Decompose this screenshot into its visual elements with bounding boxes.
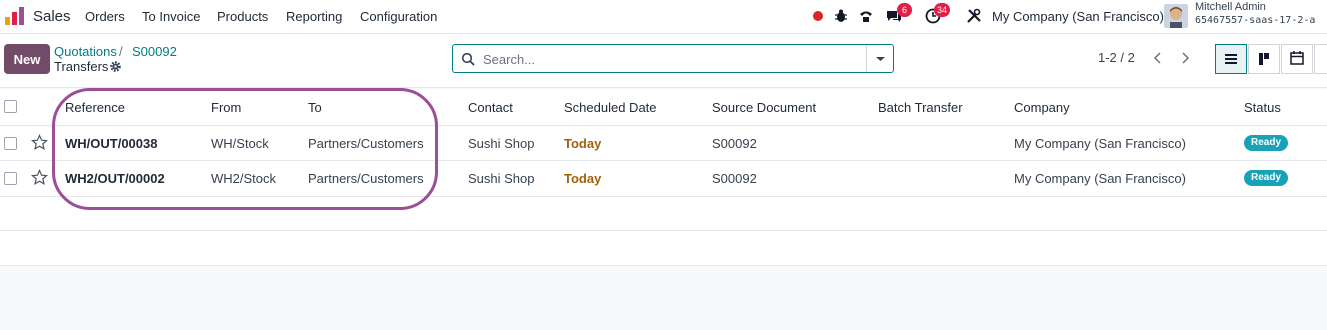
- cell-reference: WH/OUT/00038: [65, 136, 158, 151]
- breadcrumb-quotations[interactable]: Quotations: [54, 44, 117, 59]
- col-from[interactable]: From: [211, 100, 241, 115]
- more-views-button[interactable]: [1314, 44, 1327, 74]
- kanban-view-button[interactable]: [1248, 44, 1280, 74]
- cell-source-document: S00092: [712, 171, 757, 186]
- table-row[interactable]: WH2/OUT/00002 WH2/Stock Partners/Custome…: [0, 161, 1327, 197]
- breadcrumb-separator: /: [119, 44, 123, 59]
- calendar-icon: [1290, 51, 1304, 65]
- record-icon[interactable]: [810, 8, 826, 24]
- page-title: Transfers: [54, 59, 109, 74]
- search-input[interactable]: [483, 50, 863, 68]
- sales-app-icon[interactable]: [4, 6, 26, 26]
- top-navbar: Sales Orders To Invoice Products Reporti…: [0, 0, 1327, 34]
- cell-contact: Sushi Shop: [468, 171, 535, 186]
- select-all-checkbox[interactable]: [4, 100, 17, 113]
- col-reference[interactable]: Reference: [65, 100, 125, 115]
- database-name: 65467557-saas-17-2-a: [1195, 15, 1316, 26]
- status-badge: Ready: [1244, 135, 1289, 151]
- col-source-document[interactable]: Source Document: [712, 100, 816, 115]
- chevron-right-icon[interactable]: [1172, 46, 1198, 70]
- cell-to: Partners/Customers: [308, 171, 424, 186]
- cell-company: My Company (San Francisco): [1014, 136, 1186, 151]
- pager-value[interactable]: 1-2 / 2: [1098, 50, 1135, 65]
- search-bar: [452, 44, 894, 73]
- caret-down-icon: [876, 57, 885, 61]
- user-avatar[interactable]: [1164, 4, 1188, 28]
- col-status[interactable]: Status: [1244, 100, 1281, 115]
- menu-to-invoice[interactable]: To Invoice: [142, 9, 201, 24]
- col-contact[interactable]: Contact: [468, 100, 513, 115]
- list-icon: [1225, 54, 1237, 64]
- list-view-button[interactable]: [1215, 44, 1247, 74]
- empty-row: [0, 197, 1327, 231]
- search-icon: [461, 52, 475, 66]
- calendar-view-button[interactable]: [1281, 44, 1313, 74]
- table-row[interactable]: WH/OUT/00038 WH/Stock Partners/Customers…: [0, 126, 1327, 161]
- company-switcher[interactable]: My Company (San Francisco): [992, 9, 1164, 24]
- chevron-left-icon[interactable]: [1145, 46, 1171, 70]
- status-badge: Ready: [1244, 170, 1289, 186]
- avatar-icon: [1164, 4, 1188, 28]
- cell-contact: Sushi Shop: [468, 136, 535, 151]
- star-icon[interactable]: [31, 169, 48, 186]
- breadcrumb-order[interactable]: S00092: [132, 44, 177, 59]
- user-name[interactable]: Mitchell Admin: [1195, 1, 1266, 13]
- tools-icon[interactable]: [966, 8, 982, 24]
- empty-row: [0, 231, 1327, 266]
- cell-from: WH/Stock: [211, 136, 269, 151]
- chat-count-badge: 6: [897, 3, 912, 17]
- search-options-toggle[interactable]: [866, 45, 893, 72]
- kanban-icon: [1259, 53, 1269, 65]
- menu-products[interactable]: Products: [217, 9, 268, 24]
- cell-reference: WH2/OUT/00002: [65, 171, 165, 186]
- cell-scheduled-date: Today: [564, 171, 602, 186]
- col-to[interactable]: To: [308, 100, 322, 115]
- row-checkbox[interactable]: [4, 172, 17, 185]
- activity-count-badge: 34: [934, 3, 951, 17]
- menu-reporting[interactable]: Reporting: [286, 9, 342, 24]
- col-scheduled-date[interactable]: Scheduled Date: [564, 100, 657, 115]
- gear-icon[interactable]: [109, 60, 122, 73]
- new-button[interactable]: New: [4, 44, 50, 74]
- cell-scheduled-date: Today: [564, 136, 602, 151]
- col-batch-transfer[interactable]: Batch Transfer: [878, 100, 963, 115]
- phone-icon[interactable]: [858, 8, 874, 24]
- cell-from: WH2/Stock: [211, 171, 277, 186]
- bug-icon[interactable]: [833, 8, 849, 24]
- cell-to: Partners/Customers: [308, 136, 424, 151]
- menu-configuration[interactable]: Configuration: [360, 9, 437, 24]
- cell-company: My Company (San Francisco): [1014, 171, 1186, 186]
- row-checkbox[interactable]: [4, 137, 17, 150]
- menu-orders[interactable]: Orders: [85, 9, 125, 24]
- control-panel: New Quotations / S00092 Transfers 1-2 / …: [0, 34, 1327, 88]
- app-name[interactable]: Sales: [33, 8, 71, 25]
- cell-source-document: S00092: [712, 136, 757, 151]
- star-icon[interactable]: [31, 134, 48, 151]
- col-company[interactable]: Company: [1014, 100, 1070, 115]
- table-header: Reference From To Contact Scheduled Date…: [0, 89, 1327, 126]
